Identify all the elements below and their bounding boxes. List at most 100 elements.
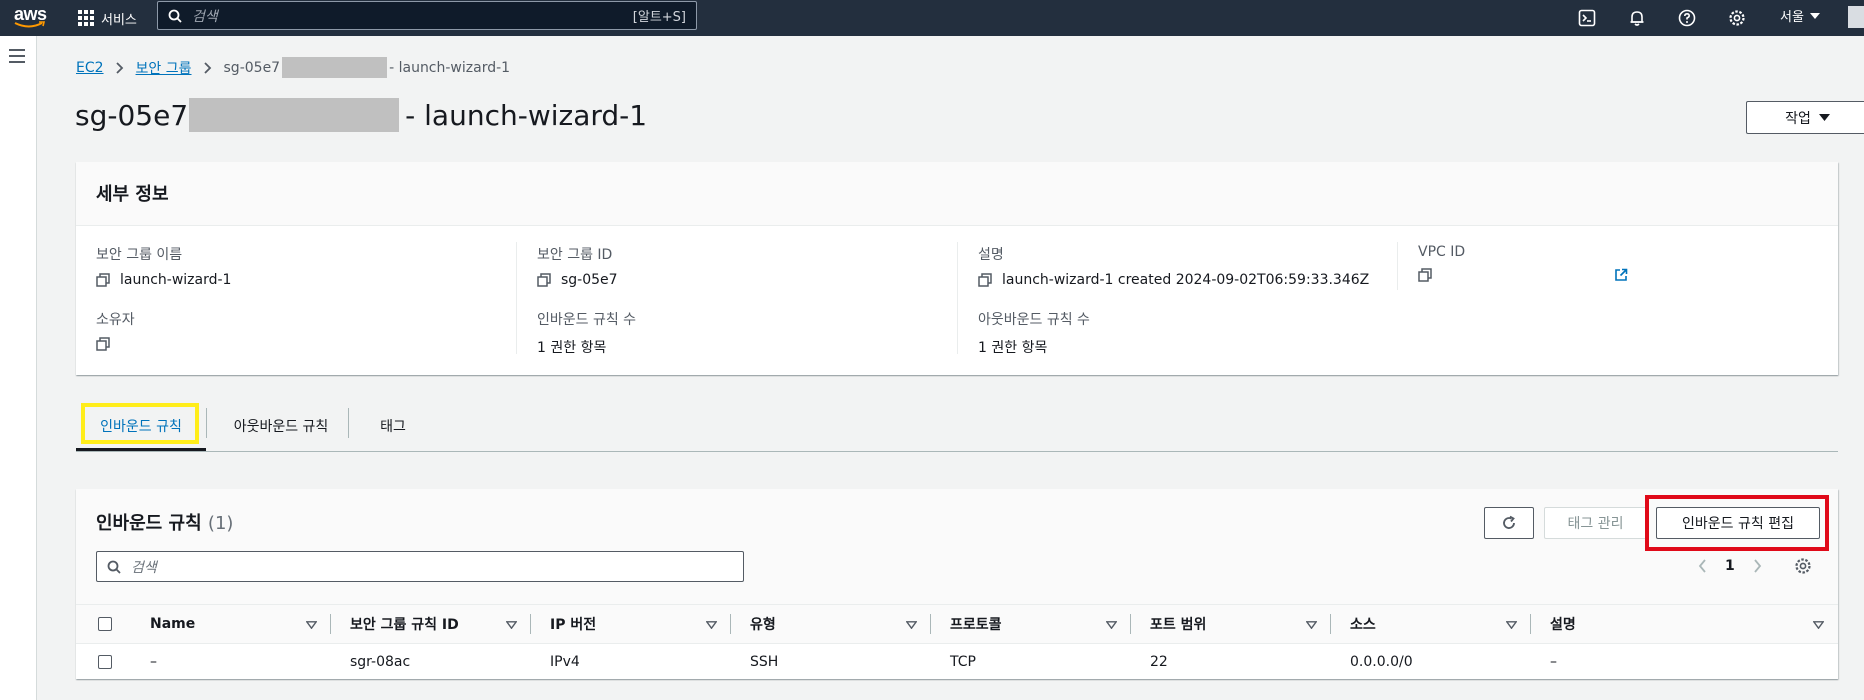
copy-icon[interactable] bbox=[96, 273, 110, 287]
breadcrumb-current-suffix: - launch-wizard-1 bbox=[389, 59, 511, 76]
field-value: launch-wizard-1 bbox=[120, 272, 232, 288]
page-title-prefix: sg-05e7 bbox=[75, 98, 189, 132]
details-panel: 세부 정보 보안 그룹 이름 launch-wizard-1 보안 그룹 ID … bbox=[76, 162, 1838, 375]
copy-icon[interactable] bbox=[978, 273, 992, 287]
chevron-right-icon bbox=[115, 61, 124, 74]
breadcrumb-ec2[interactable]: EC2 bbox=[76, 60, 104, 76]
cell-type: SSH bbox=[750, 653, 779, 670]
global-search-placeholder: 검색 bbox=[192, 8, 218, 25]
settings-button[interactable] bbox=[1724, 5, 1750, 31]
manage-tags-button[interactable]: 태그 관리 bbox=[1544, 507, 1647, 539]
column-header-type[interactable]: 유형 bbox=[731, 604, 931, 644]
column-header-label: 포트 범위 bbox=[1150, 617, 1207, 633]
rules-search-input[interactable]: 검색 bbox=[96, 551, 744, 582]
field-owner: 소유자 bbox=[96, 309, 135, 351]
row-checkbox[interactable] bbox=[98, 654, 112, 669]
field-label: 아웃바운드 규칙 수 bbox=[978, 312, 1090, 328]
column-header-label: 설명 bbox=[1550, 617, 1576, 633]
apps-grid-icon bbox=[78, 10, 94, 26]
sort-caret-icon bbox=[706, 621, 717, 629]
cell-source: 0.0.0.0/0 bbox=[1350, 653, 1413, 670]
column-header-label: 소스 bbox=[1350, 617, 1376, 633]
column-header-ip-version[interactable]: IP 버전 bbox=[531, 604, 731, 644]
copy-icon[interactable] bbox=[96, 337, 110, 351]
caret-down-icon bbox=[1818, 114, 1830, 121]
region-selector[interactable]: 서울 bbox=[1780, 6, 1820, 25]
column-header-rule-id[interactable]: 보안 그룹 규칙 ID bbox=[331, 604, 531, 644]
field-label: 보안 그룹 이름 bbox=[96, 247, 183, 263]
active-tab-indicator bbox=[76, 448, 206, 451]
cell-ip-version: IPv4 bbox=[550, 653, 580, 670]
global-search-input[interactable]: 검색 [알트+S] bbox=[157, 1, 697, 30]
page-number[interactable]: 1 bbox=[1725, 558, 1735, 574]
top-navigation: aws 서비스 검색 [알트+S] 서울 bbox=[0, 0, 1864, 36]
chevron-right-icon[interactable] bbox=[1753, 559, 1762, 573]
cell-protocol: TCP bbox=[950, 653, 976, 670]
actions-dropdown-button[interactable]: 작업 bbox=[1746, 101, 1864, 134]
external-link-icon[interactable] bbox=[1614, 268, 1628, 282]
help-icon bbox=[1678, 9, 1696, 27]
field-sg-name: 보안 그룹 이름 launch-wizard-1 bbox=[96, 244, 231, 288]
field-label: 보안 그룹 ID bbox=[537, 247, 613, 263]
cell-description: – bbox=[1550, 653, 1557, 670]
caret-down-icon bbox=[1809, 12, 1820, 19]
help-button[interactable] bbox=[1674, 5, 1700, 31]
left-rail bbox=[0, 36, 37, 700]
rules-search-placeholder: 검색 bbox=[131, 559, 157, 576]
field-value: sg-05e7 bbox=[561, 272, 618, 288]
sort-caret-icon bbox=[1813, 621, 1824, 629]
column-header-label: IP 버전 bbox=[550, 617, 597, 633]
breadcrumb-security-groups[interactable]: 보안 그룹 bbox=[136, 58, 192, 78]
field-vpc-id: VPC ID bbox=[1418, 244, 1628, 282]
column-header-label: 유형 bbox=[750, 617, 776, 633]
region-label: 서울 bbox=[1780, 10, 1804, 25]
inbound-rules-count: (1) bbox=[207, 513, 234, 534]
tab-outbound-rules[interactable]: 아웃바운드 규칙 bbox=[208, 400, 354, 452]
field-value: launch-wizard-1 created 2024-09-02T06:59… bbox=[1002, 272, 1370, 288]
column-header-description[interactable]: 설명 bbox=[1531, 604, 1838, 644]
highlight-box-red bbox=[1645, 495, 1829, 551]
search-icon bbox=[107, 560, 121, 574]
tab-tags[interactable]: 태그 bbox=[356, 400, 430, 452]
gear-icon[interactable] bbox=[1794, 557, 1812, 575]
chevron-left-icon[interactable] bbox=[1698, 559, 1707, 573]
inbound-rules-title-text: 인바운드 규칙 bbox=[96, 513, 202, 534]
search-icon bbox=[168, 9, 182, 23]
menu-icon[interactable] bbox=[9, 49, 25, 63]
table-row[interactable]: – sgr-08ac IPv4 SSH TCP 22 0.0.0.0/0 – bbox=[76, 644, 1838, 680]
bell-icon bbox=[1630, 11, 1644, 26]
field-inbound-count: 인바운드 규칙 수 1 권한 항목 bbox=[537, 309, 636, 357]
cell-name: – bbox=[150, 653, 157, 670]
column-header-port-range[interactable]: 포트 범위 bbox=[1131, 604, 1331, 644]
sort-caret-icon bbox=[906, 621, 917, 629]
sort-caret-icon bbox=[1106, 621, 1117, 629]
column-divider bbox=[1397, 242, 1398, 290]
copy-icon[interactable] bbox=[1418, 268, 1432, 282]
cell-rule-id: sgr-08ac bbox=[350, 653, 411, 670]
column-header-protocol[interactable]: 프로토콜 bbox=[931, 604, 1131, 644]
cloudshell-button[interactable] bbox=[1574, 5, 1600, 31]
redaction-block bbox=[282, 57, 388, 78]
page-title-suffix: - launch-wizard-1 bbox=[405, 98, 648, 132]
inbound-rules-header: 인바운드 규칙 (1) 태그 관리 인바운드 규칙 편집 검색 1 bbox=[76, 489, 1838, 604]
select-all-checkbox[interactable] bbox=[98, 617, 112, 631]
cloudshell-icon bbox=[1578, 9, 1596, 27]
inbound-rules-table: Name 보안 그룹 규칙 ID IP 버전 유형 프로토콜 포트 범위 소스 … bbox=[76, 604, 1838, 680]
field-label: 설명 bbox=[978, 247, 1004, 263]
field-value: 1 권한 항목 bbox=[978, 340, 1048, 356]
refresh-icon bbox=[1503, 515, 1515, 529]
pagination: 1 bbox=[1698, 551, 1812, 581]
column-header-source[interactable]: 소스 bbox=[1331, 604, 1531, 644]
sort-caret-icon bbox=[506, 621, 517, 629]
services-menu-button[interactable]: 서비스 bbox=[78, 4, 137, 32]
breadcrumb-current-prefix: sg-05e7 bbox=[223, 59, 281, 76]
notifications-button[interactable] bbox=[1624, 5, 1650, 31]
account-menu[interactable] bbox=[1848, 6, 1864, 28]
field-sg-id: 보안 그룹 ID sg-05e7 bbox=[537, 244, 618, 288]
table-header-row: Name 보안 그룹 규칙 ID IP 버전 유형 프로토콜 포트 범위 소스 … bbox=[76, 604, 1838, 644]
refresh-button[interactable] bbox=[1484, 507, 1534, 539]
aws-logo[interactable]: aws bbox=[12, 3, 50, 31]
field-label: 인바운드 규칙 수 bbox=[537, 312, 637, 328]
column-header-name[interactable]: Name bbox=[131, 604, 331, 644]
copy-icon[interactable] bbox=[537, 273, 551, 287]
